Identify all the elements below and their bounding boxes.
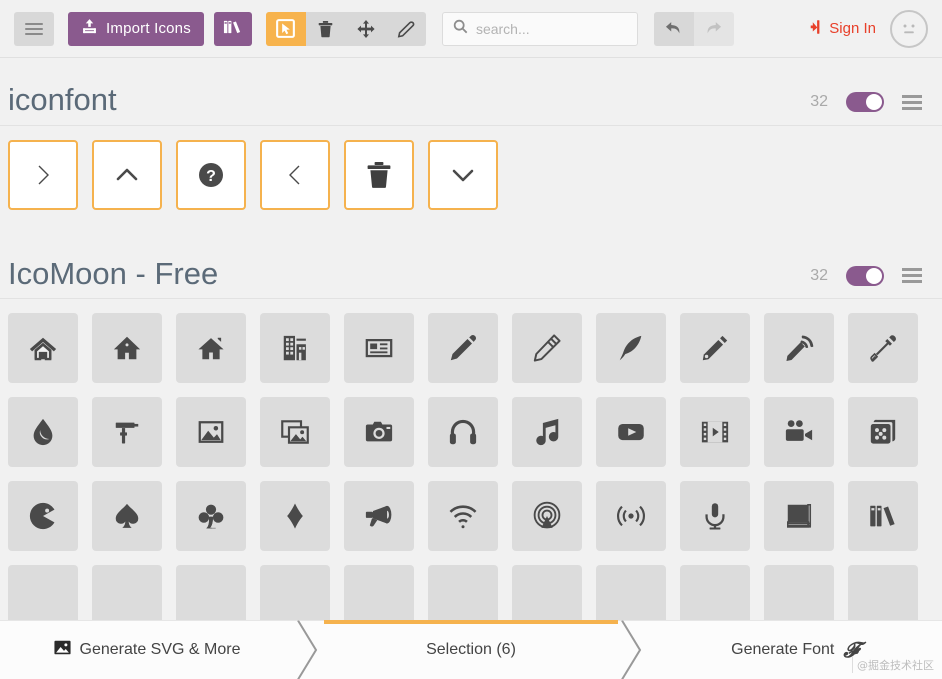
icon-tile-image[interactable] bbox=[176, 397, 246, 468]
icon-tile-home2[interactable] bbox=[92, 313, 162, 384]
icon-tile-pencil2[interactable] bbox=[512, 313, 582, 384]
set-toggle[interactable] bbox=[846, 265, 884, 286]
top-toolbar: Import Icons search... Sign In bbox=[0, 0, 942, 58]
icon-tile-play[interactable] bbox=[596, 397, 666, 468]
icon-tile-podcast[interactable] bbox=[512, 481, 582, 552]
books-icon bbox=[223, 18, 242, 40]
set-title: iconfont bbox=[8, 82, 117, 117]
icon-tile-images[interactable] bbox=[260, 397, 330, 468]
generate-svg-label: Generate SVG & More bbox=[79, 641, 241, 658]
icon-tile-quill[interactable] bbox=[596, 313, 666, 384]
toggle-knob bbox=[866, 94, 882, 111]
icon-tile-office[interactable] bbox=[260, 313, 330, 384]
icon-tile-question-circle[interactable]: ? bbox=[176, 139, 246, 210]
editing-tool-group bbox=[265, 11, 426, 46]
icon-tile-home3[interactable] bbox=[176, 313, 246, 384]
selection-tab[interactable]: Selection (6) bbox=[324, 620, 618, 679]
avatar[interactable] bbox=[890, 9, 928, 48]
icon-tile-chevron-left[interactable] bbox=[260, 139, 330, 210]
icon-tile-film[interactable] bbox=[680, 397, 750, 468]
set-header-icomoon-free: IcoMoon - Free 32 bbox=[0, 232, 942, 300]
tool-delete-button[interactable] bbox=[306, 12, 346, 46]
main-menu-button[interactable] bbox=[14, 11, 54, 46]
icon-tile-blog[interactable] bbox=[764, 313, 834, 384]
upload-icon bbox=[81, 18, 98, 39]
search-icon bbox=[453, 19, 468, 39]
icon-tile-spades[interactable] bbox=[92, 481, 162, 552]
icon-tile-diamonds[interactable] bbox=[260, 481, 330, 552]
icon-tile-video-camera[interactable] bbox=[764, 397, 834, 468]
hamburger-icon bbox=[25, 20, 43, 38]
set-meta: 32 bbox=[810, 265, 922, 290]
set-menu-icon[interactable] bbox=[902, 92, 922, 113]
icomoon-app: Import Icons search... Sign In iconfont … bbox=[0, 0, 942, 679]
selection-label: Selection (6) bbox=[426, 641, 516, 658]
set-title: IcoMoon - Free bbox=[8, 255, 219, 291]
sign-in-button[interactable]: Sign In bbox=[804, 18, 876, 40]
generate-font-label: Generate Font bbox=[731, 641, 835, 658]
icon-tile-dice[interactable] bbox=[848, 397, 918, 468]
icon-tile-connection[interactable] bbox=[428, 481, 498, 552]
set-icon-size: 32 bbox=[810, 93, 828, 111]
set-toggle[interactable] bbox=[846, 92, 884, 113]
toggle-knob bbox=[866, 267, 882, 284]
icon-library-button[interactable] bbox=[213, 11, 252, 46]
icon-tile-chevron-up[interactable] bbox=[92, 139, 162, 210]
search-input[interactable] bbox=[467, 13, 618, 44]
icon-tile-droplet[interactable] bbox=[8, 397, 78, 468]
icon-tile-pencil[interactable] bbox=[428, 313, 498, 384]
icon-tile-camera[interactable] bbox=[344, 397, 414, 468]
set-menu-icon[interactable] bbox=[902, 265, 922, 286]
icon-tile-paint-format[interactable] bbox=[92, 397, 162, 468]
tool-move-button[interactable] bbox=[346, 12, 386, 46]
icon-tile-chevron-right[interactable] bbox=[8, 139, 78, 210]
redo-button[interactable] bbox=[694, 12, 734, 46]
icon-grid-icomoon-free bbox=[0, 299, 942, 636]
tool-edit-button[interactable] bbox=[386, 12, 426, 46]
icon-tile-mic[interactable] bbox=[680, 481, 750, 552]
icon-tile-book[interactable] bbox=[764, 481, 834, 552]
icon-tile-trash[interactable] bbox=[344, 139, 414, 210]
icon-tile-music[interactable] bbox=[512, 397, 582, 468]
icon-tile-eyedropper[interactable] bbox=[848, 313, 918, 384]
icon-tile-headphones[interactable] bbox=[428, 397, 498, 468]
icon-sets-area: iconfont 32 ? IcoMoon - Free 32 bbox=[0, 58, 942, 679]
segment-separator-left bbox=[294, 620, 324, 679]
sign-in-icon bbox=[804, 18, 822, 40]
set-meta: 32 bbox=[810, 92, 922, 117]
segment-separator-right bbox=[618, 620, 648, 679]
icon-tile-pacman[interactable] bbox=[8, 481, 78, 552]
generate-svg-tab[interactable]: Generate SVG & More bbox=[0, 621, 294, 679]
icon-tile-newspaper[interactable] bbox=[344, 313, 414, 384]
set-header-iconfont: iconfont 32 bbox=[0, 58, 942, 126]
tool-select-button[interactable] bbox=[265, 11, 306, 46]
icon-tile-chevron-down[interactable] bbox=[428, 139, 498, 210]
icon-tile-pen[interactable] bbox=[680, 313, 750, 384]
svg-text:?: ? bbox=[206, 168, 216, 185]
icon-tile-bullhorn[interactable] bbox=[344, 481, 414, 552]
import-icons-button[interactable]: Import Icons bbox=[68, 11, 204, 46]
search-box[interactable] bbox=[441, 11, 638, 46]
set-icon-size: 32 bbox=[810, 266, 828, 284]
icon-grid-iconfont: ? bbox=[0, 126, 942, 210]
image-icon bbox=[53, 640, 71, 660]
undo-button[interactable] bbox=[653, 11, 694, 46]
sign-in-label: Sign In bbox=[829, 20, 876, 37]
history-group bbox=[653, 11, 734, 46]
icon-tile-home[interactable] bbox=[8, 313, 78, 384]
icon-tile-books[interactable] bbox=[848, 481, 918, 552]
icon-tile-clubs[interactable] bbox=[176, 481, 246, 552]
icon-tile-feed[interactable] bbox=[596, 481, 666, 552]
bottom-bar: Generate SVG & More Selection (6) Genera… bbox=[0, 620, 942, 679]
import-icons-label: Import Icons bbox=[106, 20, 191, 37]
watermark: @掘金技术社区 bbox=[852, 657, 934, 673]
